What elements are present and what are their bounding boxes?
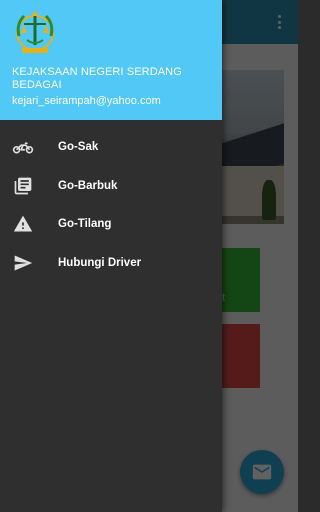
menu-item-label: Go-Tilang [58, 218, 112, 231]
library-books-icon [12, 175, 34, 197]
menu-item-hubungi-driver[interactable]: Hubungi Driver [0, 244, 222, 283]
drawer-header: KEJAKSAAN NEGERI SERDANG BEDAGAI kejari_… [0, 0, 222, 120]
organization-email: kejari_seirampah@yahoo.com [12, 95, 161, 107]
warning-icon [12, 213, 34, 235]
menu-item-label: Hubungi Driver [58, 256, 142, 269]
navigation-drawer: KEJAKSAAN NEGERI SERDANG BEDAGAI kejari_… [0, 0, 222, 512]
motorcycle-icon [12, 136, 34, 158]
organization-name: KEJAKSAAN NEGERI SERDANG BEDAGAI [12, 66, 182, 91]
menu-item-label: Go-Sak [58, 141, 99, 154]
menu-item-go-barbuk[interactable]: Go-Barbuk [0, 167, 222, 206]
drawer-menu: Go-Sak Go-Barbuk Go-Tilang Hubungi Drive… [0, 128, 222, 282]
kejaksaan-emblem-logo [16, 10, 54, 53]
menu-item-label: Go-Barbuk [58, 179, 118, 192]
menu-item-go-sak[interactable]: Go-Sak [0, 128, 222, 167]
menu-item-go-tilang[interactable]: Go-Tilang [0, 205, 222, 244]
send-icon [12, 252, 34, 274]
